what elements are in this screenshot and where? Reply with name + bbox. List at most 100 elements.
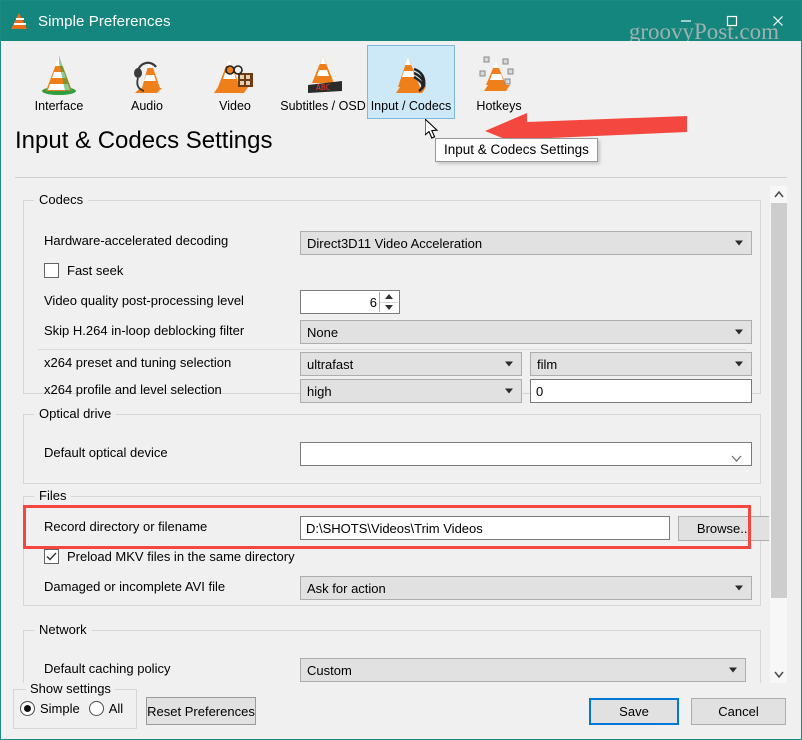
chevron-down-icon (505, 361, 513, 367)
vlc-cone-subtitles-icon: ABC (296, 51, 350, 97)
row-default-optical-device: Default optical device (44, 445, 168, 460)
toolbar-label: Audio (131, 99, 163, 113)
scrollbar-thumb[interactable] (771, 203, 787, 598)
stepper-down-icon[interactable] (380, 302, 398, 312)
skip-deblocking-select[interactable]: None (300, 320, 752, 344)
row-skip-deblocking: Skip H.264 in-loop deblocking filter (44, 323, 244, 338)
toolbar-label: Input / Codecs (370, 99, 452, 113)
x264-level-value: 0 (536, 383, 544, 399)
default-optical-device-input[interactable] (300, 442, 752, 466)
minimize-icon[interactable] (663, 1, 709, 41)
close-icon[interactable] (755, 1, 801, 41)
group-files-legend: Files (34, 488, 72, 503)
row-preload-mkv[interactable]: Preload MKV files in the same directory (44, 549, 295, 564)
vlc-cone-keys-icon (472, 51, 526, 97)
toolbar-item-input-codecs[interactable]: Input / Codecs (367, 45, 455, 119)
row-x264-profile: x264 profile and level selection (44, 382, 222, 397)
chevron-down-icon (735, 361, 743, 367)
window-controls (663, 1, 801, 41)
skip-deblocking-label: Skip H.264 in-loop deblocking filter (44, 323, 245, 338)
vlc-cone-headphones-icon (120, 51, 174, 97)
heading-divider (15, 177, 787, 178)
post-processing-stepper[interactable]: 6 (300, 290, 400, 314)
group-optical-drive: Optical drive Default optical device (23, 406, 761, 484)
preload-mkv-checkbox[interactable] (44, 549, 59, 564)
stepper-buttons[interactable] (379, 292, 398, 312)
row-fast-seek[interactable]: Fast seek (44, 263, 123, 278)
chevron-down-icon (735, 240, 743, 246)
x264-level-input[interactable]: 0 (530, 379, 752, 403)
row-hardware-decoding: Hardware-accelerated decoding (44, 233, 228, 248)
scroll-up-icon[interactable] (770, 186, 787, 203)
title-bar: Simple Preferences groovyPost.com (1, 1, 801, 44)
radio-simple-label: Simple (40, 701, 80, 716)
cancel-button-label: Cancel (718, 704, 759, 719)
skip-deblocking-value: None (307, 324, 339, 340)
reset-preferences-button[interactable]: Reset Preferences (146, 697, 256, 725)
post-processing-value: 6 (369, 294, 377, 310)
caching-policy-select[interactable]: Custom (300, 658, 746, 682)
chevron-down-icon (735, 329, 743, 335)
settings-content: Codecs Hardware-accelerated decoding Dir… (15, 186, 769, 683)
preload-mkv-label: Preload MKV files in the same directory (67, 549, 295, 564)
hardware-decoding-select[interactable]: Direct3D11 Video Acceleration (300, 231, 752, 255)
x264-tuning-select[interactable]: film (530, 352, 752, 376)
caching-policy-value: Custom (307, 662, 352, 678)
chevron-down-icon (505, 388, 513, 394)
row-post-processing: Video quality post-processing level (44, 293, 244, 308)
post-processing-label: Video quality post-processing level (44, 293, 244, 308)
damaged-avi-select[interactable]: Ask for action (300, 576, 752, 600)
vlc-cone-interface-icon (32, 51, 86, 97)
preferences-toolbar: Interface Audio Video ABC Subtitles / OS… (1, 41, 801, 148)
preferences-window: Simple Preferences groovyPost.com Interf… (0, 0, 802, 740)
hardware-decoding-value: Direct3D11 Video Acceleration (307, 235, 483, 251)
toolbar-label: Hotkeys (476, 99, 522, 113)
toolbar-item-video[interactable]: Video (191, 45, 279, 119)
group-network: Network Default caching policy Custom (23, 622, 761, 683)
x264-preset-select[interactable]: ultrafast (300, 352, 522, 376)
settings-scroll-area: Codecs Hardware-accelerated decoding Dir… (15, 186, 787, 683)
stepper-up-icon[interactable] (380, 292, 398, 303)
x264-tuning-value: film (537, 356, 558, 372)
toolbar-item-hotkeys[interactable]: Hotkeys (455, 45, 543, 119)
group-network-legend: Network (34, 622, 92, 637)
group-optical-drive-legend: Optical drive (34, 406, 117, 421)
radio-all-label: All (108, 701, 124, 716)
toolbar-label: Subtitles / OSD (280, 99, 366, 113)
radio-all[interactable] (88, 701, 104, 716)
maximize-icon[interactable] (709, 1, 755, 41)
row-caching-policy: Default caching policy (44, 661, 170, 676)
dialog-footer: Show settings Simple All Reset Preferenc… (1, 681, 801, 739)
chevron-down-icon (729, 667, 737, 673)
scroll-down-icon[interactable] (770, 666, 787, 683)
row-damaged-avi: Damaged or incomplete AVI file (44, 579, 225, 594)
save-button-label: Save (619, 704, 649, 719)
annotation-highlight-box (23, 505, 751, 549)
toolbar-item-interface[interactable]: Interface (15, 45, 103, 119)
vertical-scrollbar[interactable] (769, 186, 787, 683)
fast-seek-label: Fast seek (67, 263, 124, 278)
group-codecs-legend: Codecs (34, 192, 89, 207)
x264-profile-select[interactable]: high (300, 379, 522, 403)
default-optical-device-label: Default optical device (44, 445, 168, 460)
toolbar-item-subtitles-osd[interactable]: ABC Subtitles / OSD (279, 45, 367, 119)
toolbar-label: Video (219, 99, 251, 113)
show-settings-group: Show settings Simple All (13, 681, 137, 729)
codecs-divider (38, 349, 746, 350)
x264-preset-label: x264 preset and tuning selection (44, 355, 232, 370)
cancel-button[interactable]: Cancel (691, 698, 786, 725)
toolbar-item-audio[interactable]: Audio (103, 45, 191, 119)
window-title: Simple Preferences (38, 12, 171, 30)
fast-seek-checkbox[interactable] (44, 263, 59, 278)
vlc-cone-icon (11, 12, 29, 30)
x264-profile-value: high (307, 383, 332, 399)
hardware-decoding-label: Hardware-accelerated decoding (44, 233, 229, 248)
damaged-avi-value: Ask for action (307, 580, 386, 596)
save-button[interactable]: Save (589, 698, 679, 725)
reset-preferences-label: Reset Preferences (147, 703, 255, 719)
toolbar-label: Interface (34, 99, 84, 113)
radio-simple[interactable] (20, 701, 35, 716)
x264-profile-label: x264 profile and level selection (44, 382, 222, 397)
x264-preset-value: ultrafast (307, 356, 354, 372)
vlc-cone-film-icon (208, 51, 262, 97)
